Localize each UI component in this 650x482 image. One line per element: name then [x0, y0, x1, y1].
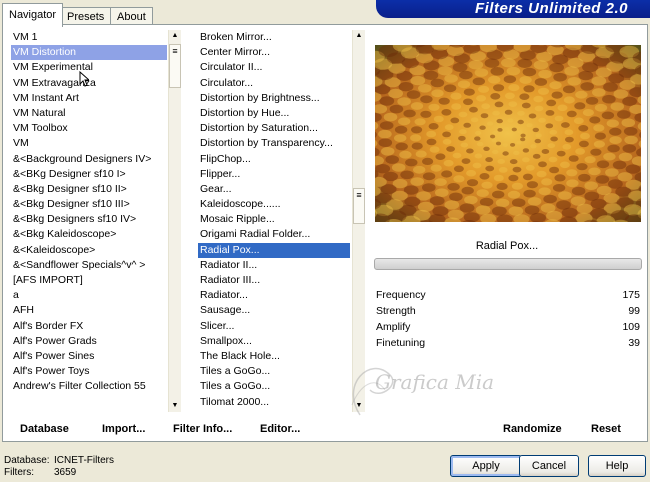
database-button[interactable]: Database — [20, 423, 69, 435]
reset-button[interactable]: Reset — [591, 423, 621, 435]
slider-value: 175 — [622, 289, 640, 301]
import-button[interactable]: Import... — [102, 423, 145, 435]
slider-label: Strength — [376, 305, 416, 317]
category-list-item[interactable]: a — [11, 288, 167, 303]
filters-status-value: 3659 — [54, 467, 77, 478]
filter-info-button[interactable]: Filter Info... — [173, 423, 232, 435]
slider-row-amplify[interactable]: Amplify 109 — [376, 320, 642, 336]
cancel-button[interactable]: Cancel — [519, 455, 579, 477]
filter-list-item[interactable]: Distortion by Transparency... — [198, 136, 350, 151]
category-list-item[interactable]: &<Bkg Designer sf10 III> — [11, 197, 167, 212]
filter-list-item[interactable]: Tiles a GoGo... — [198, 379, 350, 394]
slider-row-strength[interactable]: Strength 99 — [376, 304, 642, 320]
apply-button[interactable]: Apply — [450, 455, 522, 477]
category-list-item[interactable]: &<BKg Designer sf10 I> — [11, 167, 167, 182]
category-list-item[interactable]: VM Toolbox — [11, 121, 167, 136]
filter-name-label: Radial Pox... — [475, 240, 539, 252]
bottom-toolbar: Database Import... Filter Info... Editor… — [4, 419, 646, 441]
title-banner: Filters Unlimited 2.0 — [376, 0, 650, 18]
category-list-item[interactable]: &<Kaleidoscope> — [11, 243, 167, 258]
randomize-button[interactable]: Randomize — [503, 423, 562, 435]
filter-list-item[interactable]: The Black Hole... — [198, 349, 350, 364]
preview-image — [375, 45, 641, 222]
category-list-item[interactable]: VM Natural — [11, 106, 167, 121]
slider-value: 39 — [628, 337, 640, 349]
help-button[interactable]: Help — [588, 455, 646, 477]
slider-label: Amplify — [376, 321, 411, 333]
filter-list-item[interactable]: Circulator... — [198, 76, 350, 91]
category-scrollbar[interactable]: ▲ ≡ ▼ — [168, 30, 181, 412]
filter-scrollbar[interactable]: ▲ ≡ ▼ — [352, 30, 365, 412]
category-list-item[interactable]: &<Bkg Kaleidoscope> — [11, 227, 167, 242]
category-list[interactable]: VM 1 VM Distortion VM Experimental VM Extra… — [11, 30, 167, 410]
filter-list-item[interactable]: Center Mirror... — [198, 45, 350, 60]
category-list-item[interactable]: Alf's Power Sines — [11, 349, 167, 364]
slider-label: Frequency — [376, 289, 426, 301]
scroll-down-icon[interactable]: ▼ — [169, 400, 181, 412]
tab-navigator[interactable]: Navigator — [2, 3, 64, 27]
filter-list-item[interactable]: Radiator II... — [198, 258, 350, 273]
database-status-label: Database: — [4, 455, 50, 466]
scroll-thumb[interactable]: ≡ — [169, 44, 181, 88]
filter-list-item[interactable]: FlipChop... — [198, 152, 350, 167]
category-list-item[interactable]: VM — [11, 136, 167, 151]
banner-title: Filters Unlimited 2.0 — [474, 0, 628, 17]
slider-label: Finetuning — [376, 337, 426, 349]
category-list-item[interactable]: VM Experimental — [11, 60, 167, 75]
slider-value: 109 — [622, 321, 640, 333]
scroll-up-icon[interactable]: ▲ — [353, 30, 365, 42]
filter-list-item[interactable]: Origami Radial Folder... — [198, 227, 350, 242]
category-list-item[interactable]: &<Bkg Designer sf10 II> — [11, 182, 167, 197]
filter-list-item[interactable]: Mosaic Ripple... — [198, 212, 350, 227]
filter-list-item[interactable]: Tiles a GoGo... — [198, 364, 350, 379]
filters-status-label: Filters: — [4, 467, 34, 478]
category-list-item[interactable]: Alf's Border FX — [11, 319, 167, 334]
filter-list-item[interactable]: Distortion by Saturation... — [198, 121, 350, 136]
category-list-item[interactable]: [AFS IMPORT] — [11, 273, 167, 288]
filter-list-item[interactable]: Radiator... — [198, 288, 350, 303]
filter-list-item[interactable]: Kaleidoscope...... — [198, 197, 350, 212]
category-list-item[interactable]: AFH — [11, 303, 167, 318]
category-list-item[interactable]: VM Distortion — [11, 45, 167, 61]
category-list-item[interactable]: Alf's Power Toys — [11, 364, 167, 379]
mouse-cursor-icon — [79, 71, 89, 87]
category-list-item[interactable]: VM 1 — [11, 30, 167, 45]
filter-list-item[interactable]: Circulator II... — [198, 60, 350, 75]
filter-list-item[interactable]: Smallpox... — [198, 334, 350, 349]
scroll-down-icon[interactable]: ▼ — [353, 400, 365, 412]
progress-bar — [374, 258, 642, 270]
filter-list-item[interactable]: Broken Mirror... — [198, 30, 350, 45]
filter-list-item[interactable]: Tilomat 2000... — [198, 395, 350, 410]
editor-button[interactable]: Editor... — [260, 423, 300, 435]
scroll-thumb[interactable]: ≡ — [353, 188, 365, 224]
category-list-item[interactable]: &<Sandflower Specials^v^ > — [11, 258, 167, 273]
category-list-item[interactable]: Andrew's Filter Collection 55 — [11, 379, 167, 394]
filter-list-item[interactable]: Radial Pox... — [198, 242, 350, 258]
category-list-item[interactable]: VM Extravaganza — [11, 76, 167, 91]
filter-list-item[interactable]: Slicer... — [198, 319, 350, 334]
database-status-value: ICNET-Filters — [54, 455, 114, 466]
scroll-up-icon[interactable]: ▲ — [169, 30, 181, 42]
category-list-item[interactable]: Alf's Power Grads — [11, 334, 167, 349]
category-list-item[interactable]: &<Bkg Designers sf10 IV> — [11, 212, 167, 227]
filter-list-item[interactable]: Distortion by Brightness... — [198, 91, 350, 106]
filter-list-item[interactable]: Distortion by Hue... — [198, 106, 350, 121]
category-list-item[interactable]: VM Instant Art — [11, 91, 167, 106]
tab-navigator-label: Navigator — [9, 9, 57, 21]
slider-row-finetuning[interactable]: Finetuning 39 — [376, 336, 642, 352]
category-list-item[interactable]: &<Background Designers IV> — [11, 152, 167, 167]
filter-list-item[interactable]: Flipper... — [198, 167, 350, 182]
parameter-sliders: Frequency 175 Strength 99 Amplify 109 Finetuni… — [376, 288, 642, 352]
tab-presets-label: Presets — [67, 11, 105, 23]
status-area: Database: ICNET-Filters Filters: 3659 — [4, 455, 114, 479]
slider-row-frequency[interactable]: Frequency 175 — [376, 288, 642, 304]
filter-list-item[interactable]: Gear... — [198, 182, 350, 197]
filter-list-item[interactable]: Sausage... — [198, 303, 350, 318]
slider-value: 99 — [628, 305, 640, 317]
tab-about-label: About — [117, 11, 146, 23]
filter-list-item[interactable]: Radiator III... — [198, 273, 350, 288]
filter-list[interactable]: Broken Mirror... Center Mirror... Circulat… — [198, 30, 350, 410]
